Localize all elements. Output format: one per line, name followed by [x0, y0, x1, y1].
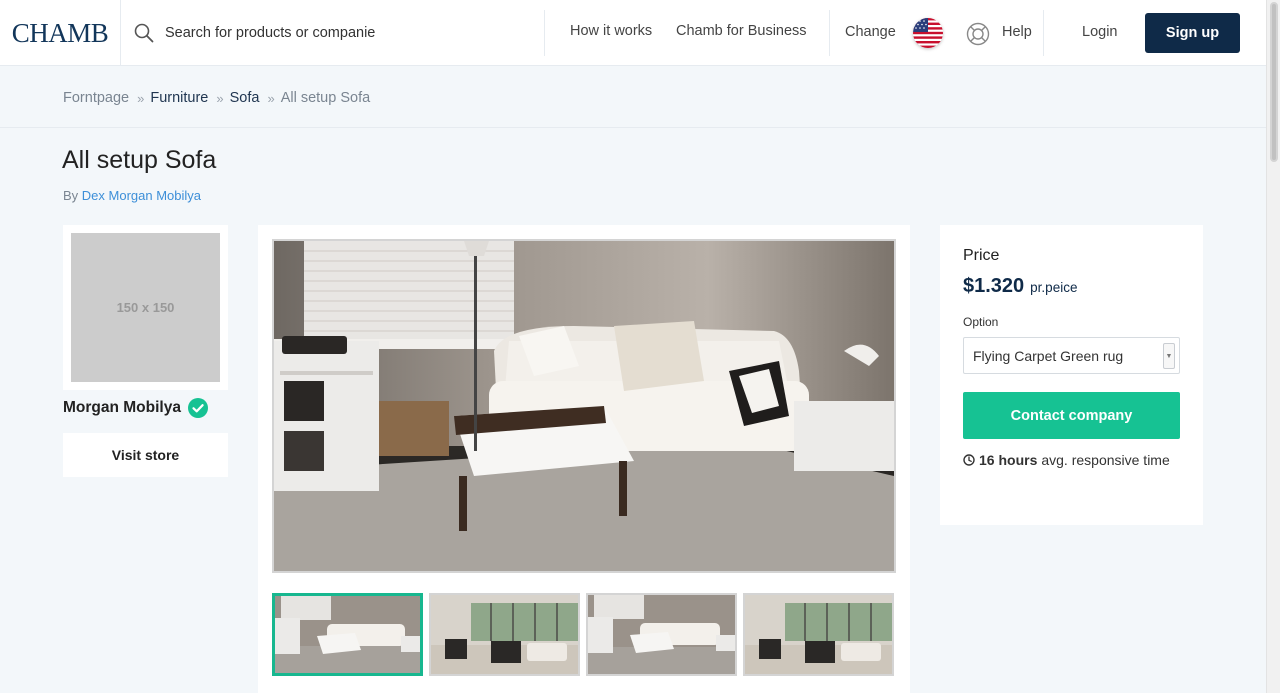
- thumbnail-4[interactable]: [743, 593, 894, 676]
- page-scrollbar[interactable]: [1266, 0, 1280, 693]
- thumbnail-1[interactable]: [272, 593, 423, 676]
- scrollbar-thumb[interactable]: [1270, 2, 1278, 162]
- us-flag-icon[interactable]: [913, 18, 943, 48]
- price-label: Price: [963, 247, 1000, 264]
- breadcrumb-separator-icon: »: [267, 90, 275, 106]
- company-link[interactable]: Dex Morgan Mobilya: [82, 188, 201, 203]
- response-time-suffix: avg. responsive time: [1041, 452, 1170, 468]
- verified-check-icon: [187, 398, 208, 418]
- contact-company-button[interactable]: Contact company: [963, 392, 1180, 439]
- breadcrumb-current: All setup Sofa: [280, 90, 371, 106]
- seller-logo-card[interactable]: 150 x 150: [63, 225, 228, 390]
- nav-chamb-for-business[interactable]: Chamb for Business: [676, 23, 807, 39]
- seller-name[interactable]: Morgan Mobilya: [63, 399, 181, 417]
- thumbnail-2[interactable]: [429, 593, 580, 676]
- response-time: 16 hours avg. responsive time: [963, 452, 1170, 468]
- price-row: $1.320 pr.peice: [963, 275, 1077, 298]
- header-divider: [1043, 10, 1044, 56]
- chamb-logo[interactable]: CHAMB: [0, 0, 121, 66]
- seller-logo-placeholder: 150 x 150: [71, 233, 220, 382]
- change-country-link[interactable]: Change: [845, 24, 896, 40]
- breadcrumb-furniture[interactable]: Furniture: [150, 90, 208, 106]
- breadcrumb-separator-icon: »: [216, 90, 224, 106]
- signup-button[interactable]: Sign up: [1145, 13, 1240, 53]
- breadcrumb-sofa[interactable]: Sofa: [230, 90, 260, 106]
- clock-icon: [963, 454, 975, 466]
- breadcrumb-frontpage[interactable]: Forntpage: [63, 90, 129, 106]
- option-select[interactable]: Flying Carpet Green rug ▼: [963, 337, 1180, 374]
- search-icon: [134, 23, 154, 43]
- breadcrumb-separator-icon: »: [137, 90, 145, 106]
- price-panel: Price $1.320 pr.peice Option Flying Carp…: [940, 225, 1203, 525]
- product-gallery: [258, 225, 910, 693]
- byline-prefix: By: [63, 188, 79, 203]
- option-label: Option: [963, 315, 999, 329]
- dropdown-arrow-icon[interactable]: ▼: [1163, 343, 1175, 369]
- breadcrumb-bar: Forntpage » Furniture » Sofa » All setup…: [0, 66, 1266, 128]
- visit-store-button[interactable]: Visit store: [63, 433, 228, 477]
- option-selected-value: Flying Carpet Green rug: [973, 347, 1124, 364]
- nav-how-it-works[interactable]: How it works: [570, 23, 652, 39]
- help-link[interactable]: Help: [1002, 24, 1032, 40]
- search-bar[interactable]: [134, 20, 384, 46]
- thumbnail-strip: [272, 593, 900, 676]
- price-unit: pr.peice: [1030, 280, 1078, 295]
- header-divider: [544, 10, 545, 56]
- product-byline: By Dex Morgan Mobilya: [63, 188, 201, 203]
- login-link[interactable]: Login: [1082, 24, 1117, 40]
- price-value: $1.320: [963, 275, 1025, 297]
- search-input[interactable]: [165, 25, 375, 41]
- main-product-photo[interactable]: [272, 239, 896, 573]
- lifebuoy-help-icon[interactable]: [966, 22, 990, 46]
- thumbnail-3[interactable]: [586, 593, 737, 676]
- page-title: All setup Sofa: [62, 146, 217, 174]
- seller-name-row: Morgan Mobilya: [63, 398, 208, 418]
- top-header: CHAMB How it works Chamb for Business Ch…: [0, 0, 1266, 66]
- header-divider: [829, 10, 830, 56]
- breadcrumb: Forntpage » Furniture » Sofa » All setup…: [63, 90, 370, 106]
- response-time-value: 16 hours: [979, 452, 1038, 468]
